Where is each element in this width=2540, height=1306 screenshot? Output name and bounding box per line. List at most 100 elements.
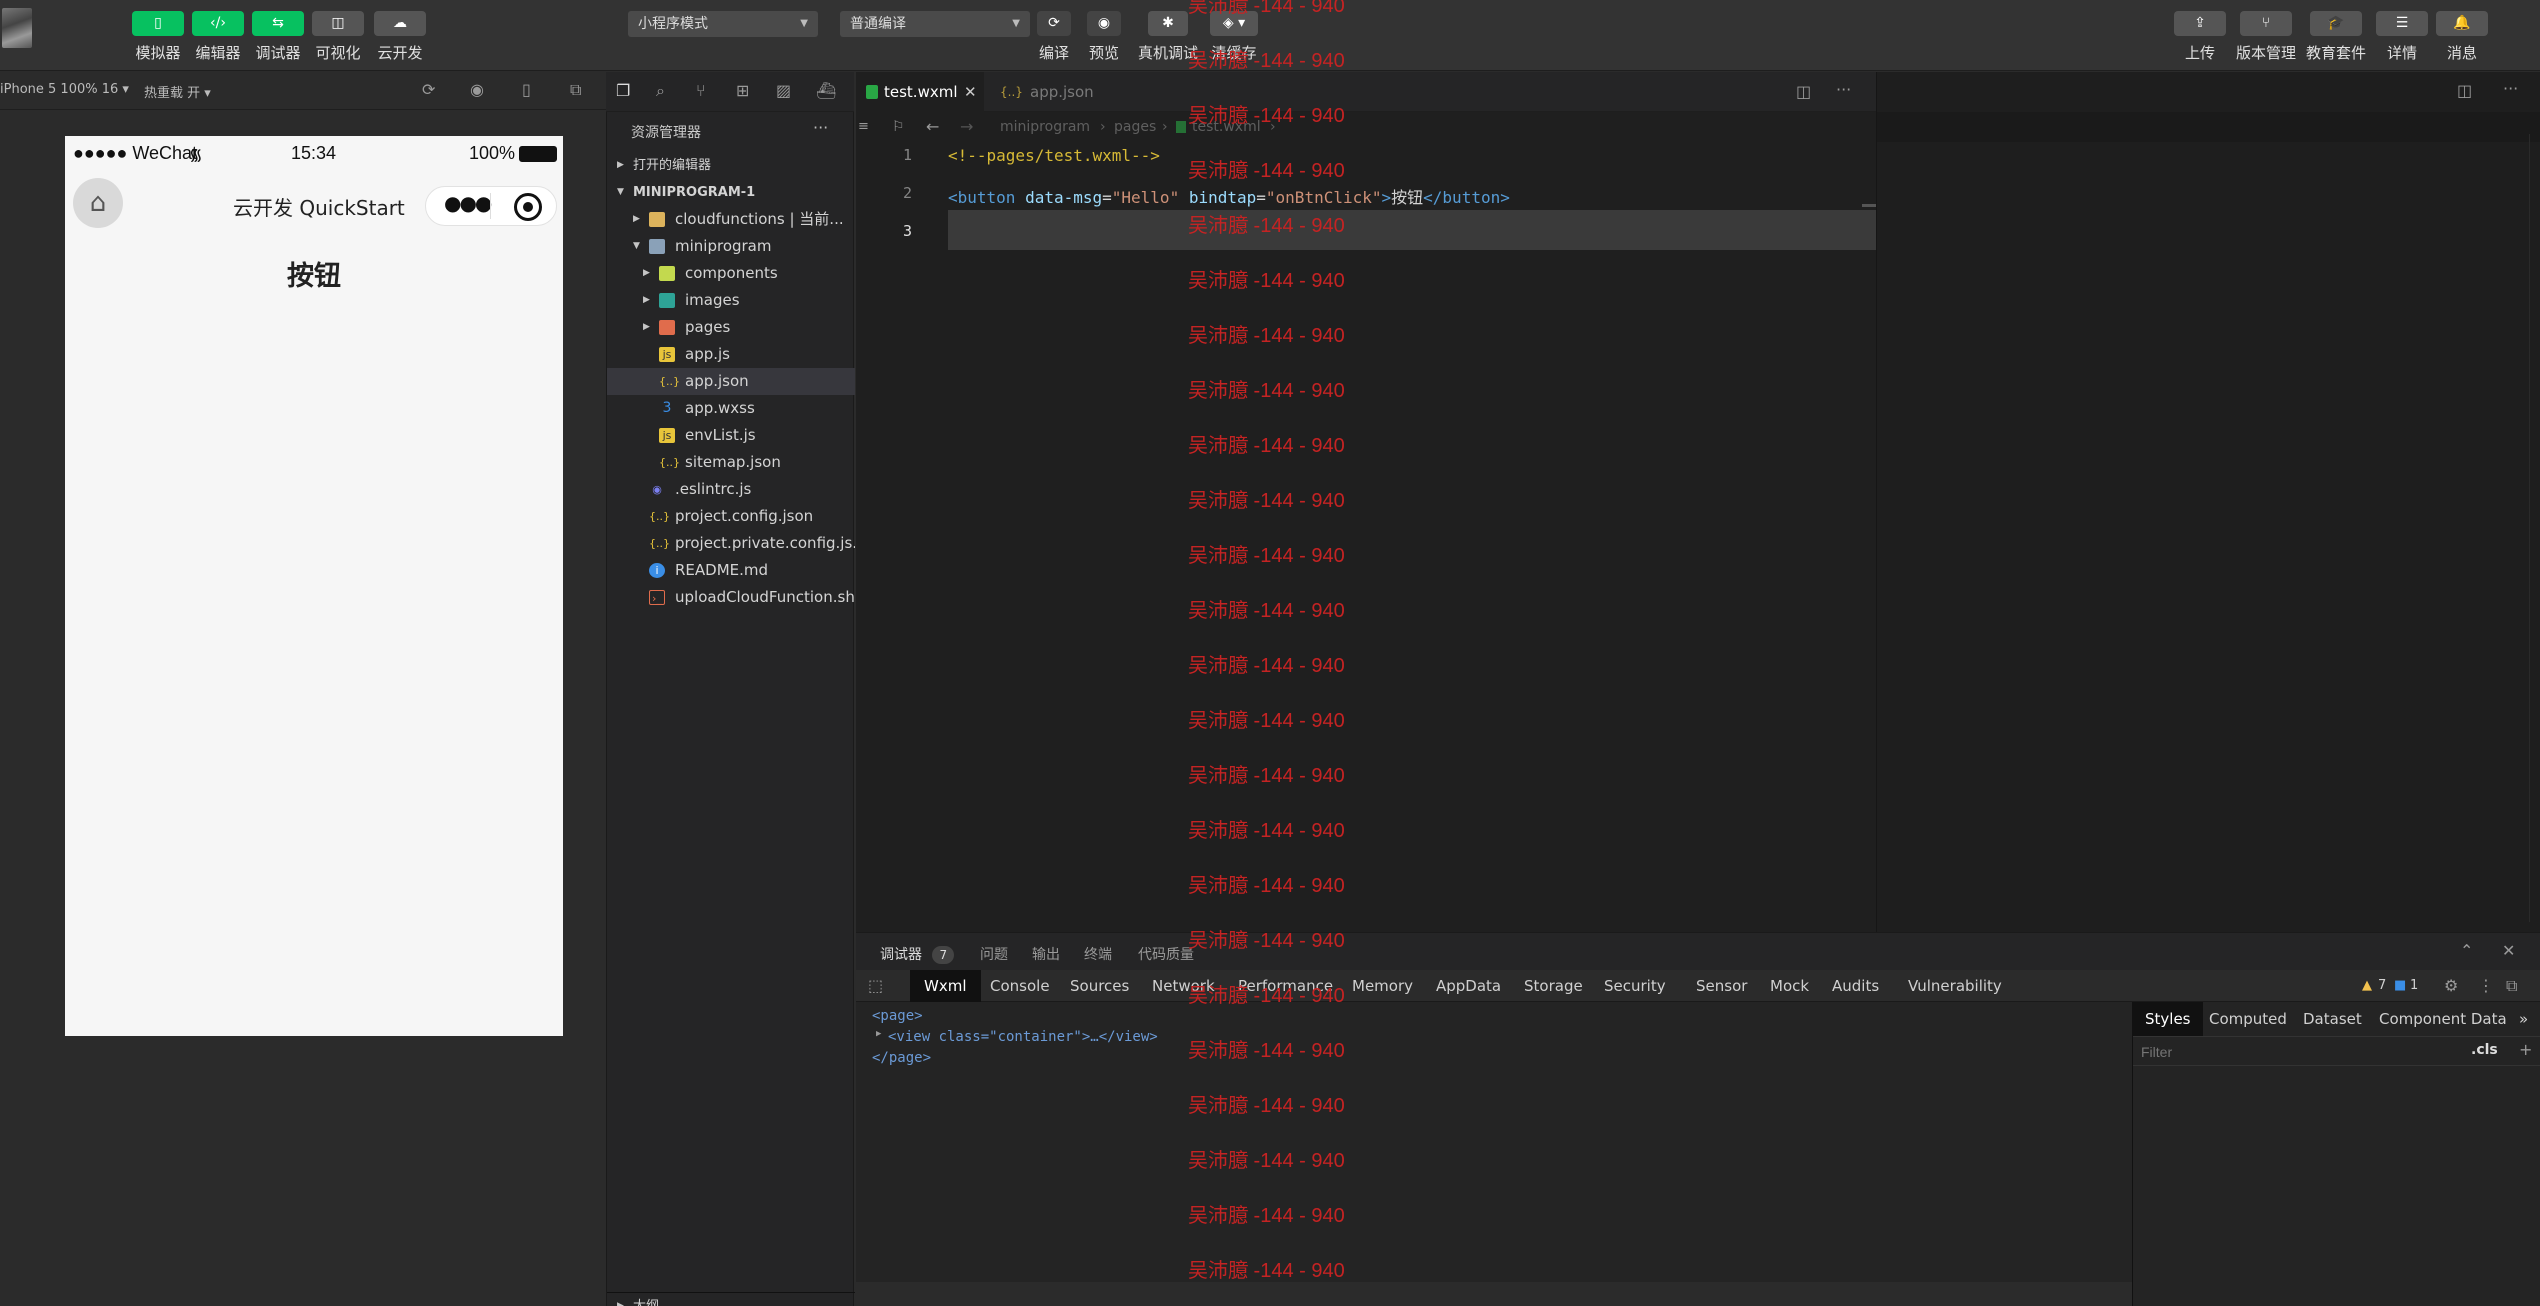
add-icon[interactable]: + — [2519, 1040, 2532, 1059]
tab-computed[interactable]: Computed — [2209, 1002, 2287, 1036]
tab-security[interactable]: Security — [1604, 970, 1666, 1002]
tab-console[interactable]: Console — [990, 970, 1050, 1002]
clear-cache-button[interactable]: ◈ ▾ 清缓存 — [1198, 11, 1270, 63]
tab-appdata[interactable]: AppData — [1436, 970, 1501, 1002]
more-icon[interactable]: ··· — [813, 118, 828, 137]
scrollbar[interactable] — [2529, 134, 2537, 922]
tree-item-sitemap-json[interactable]: {..} sitemap.json — [607, 449, 855, 476]
tab-performance[interactable]: Performance — [1238, 970, 1333, 1002]
tab-app-json[interactable]: {..} app.json — [996, 72, 1106, 112]
panel-tab-output[interactable]: 输出 — [1032, 944, 1060, 964]
breadcrumb-item[interactable]: miniprogram — [1000, 112, 1090, 142]
error-count[interactable]: 1 — [2410, 970, 2418, 1002]
more-tabs-icon[interactable]: » — [2519, 1002, 2528, 1036]
panel-tab-terminal[interactable]: 终端 — [1084, 944, 1112, 964]
dom-node[interactable]: <view class="container">…</view> — [888, 1029, 1158, 1045]
education-kit-button[interactable]: 🎓 教育套件 — [2300, 11, 2372, 63]
tree-item-app-js[interactable]: js app.js — [607, 341, 855, 368]
tab-audits[interactable]: Audits — [1832, 970, 1879, 1002]
tab-test-wxml[interactable]: test.wxml ✕ — [856, 72, 984, 112]
rotate-icon[interactable]: ⟳ — [422, 80, 435, 99]
tree-item-eslintrc[interactable]: ◉ .eslintrc.js — [607, 476, 855, 503]
tab-memory[interactable]: Memory — [1352, 970, 1413, 1002]
warning-count[interactable]: 7 — [2378, 970, 2386, 1002]
tab-vulnerability[interactable]: Vulnerability — [1908, 970, 2002, 1002]
split-editor-icon[interactable]: ◫ — [1796, 82, 1811, 101]
panel-tab-code-quality[interactable]: 代码质量 — [1138, 944, 1194, 964]
compile-select[interactable]: 普通编译 ▼ — [840, 11, 1030, 37]
tree-item-images[interactable]: ▶ images — [607, 287, 855, 314]
chevron-up-icon[interactable]: ⌃ — [2460, 941, 2473, 960]
tree-item-cloudfunctions[interactable]: ▶ cloudfunctions | 当前... — [607, 206, 855, 233]
forward-arrow-icon[interactable]: → — [960, 112, 973, 142]
open-editors-section[interactable]: ▶ 打开的编辑器 — [607, 152, 855, 179]
styles-filter-input[interactable] — [2141, 1041, 2441, 1063]
mode-select[interactable]: 小程序模式 ▼ — [628, 11, 818, 37]
chevron-right-icon[interactable]: ▶ — [876, 1029, 881, 1039]
files-icon[interactable]: ❐ — [616, 81, 630, 100]
tree-item-app-wxss[interactable]: 3 app.wxss — [607, 395, 855, 422]
image-icon[interactable]: ▨ — [776, 81, 791, 100]
panel-tab-problems[interactable]: 问题 — [980, 944, 1008, 964]
inspect-element-icon[interactable]: ⬚ — [868, 976, 883, 995]
list-icon[interactable]: ≡ — [858, 112, 869, 142]
tab-styles[interactable]: Styles — [2133, 1002, 2203, 1036]
breadcrumb-item[interactable]: pages — [1114, 112, 1156, 142]
tab-component-data[interactable]: Component Data — [2379, 1002, 2507, 1036]
split-editor-icon[interactable]: ◫ — [2457, 81, 2472, 100]
more-dots-icon[interactable]: ●●● — [444, 191, 492, 215]
dock-icon[interactable]: ⧉ — [2506, 976, 2517, 996]
phone-icon[interactable]: ▯ — [522, 80, 531, 99]
avatar[interactable] — [2, 8, 32, 48]
more-icon[interactable]: ··· — [2503, 79, 2518, 98]
tree-item-app-json[interactable]: {..} app.json — [607, 368, 855, 395]
version-management-button[interactable]: ⑂ 版本管理 — [2230, 11, 2302, 63]
real-device-debug-button[interactable]: ✱ 真机调试 — [1132, 11, 1204, 63]
code-editor[interactable]: 1 2 3 <!--pages/test.wxml--> <button dat… — [856, 142, 1876, 932]
panel-tab-debugger[interactable]: 调试器 7 — [880, 944, 955, 964]
source-control-icon[interactable]: ⑂ — [696, 81, 706, 100]
tab-dataset[interactable]: Dataset — [2303, 1002, 2362, 1036]
extensions-icon[interactable]: ⊞ — [736, 81, 749, 100]
docker-icon[interactable]: ⛴ — [816, 81, 836, 100]
close-circle-icon[interactable] — [514, 193, 542, 221]
tab-sources[interactable]: Sources — [1070, 970, 1129, 1002]
device-select[interactable]: iPhone 5 100% 16 ▾ — [0, 82, 129, 97]
tab-wxml[interactable]: Wxml — [910, 970, 981, 1002]
bookmark-icon[interactable]: ⚐ — [892, 112, 905, 142]
tree-item-miniprogram[interactable]: ▼ miniprogram — [607, 233, 855, 260]
tree-item-readme[interactable]: i README.md — [607, 557, 855, 584]
outline-section[interactable]: ▶ 大纲 — [607, 1292, 855, 1306]
hot-reload-select[interactable]: 热重载 开 ▾ — [144, 82, 211, 101]
breadcrumb-item[interactable]: test.wxml — [1192, 112, 1261, 142]
cloud-dev-button[interactable]: ☁ 云开发 — [364, 11, 436, 63]
dom-node[interactable]: <page> — [872, 1008, 923, 1024]
detach-window-icon[interactable]: ⧉ — [570, 80, 581, 100]
search-icon[interactable]: ⌕ — [656, 81, 665, 101]
messages-button[interactable]: 🔔 消息 — [2426, 11, 2498, 63]
home-icon[interactable]: ⌂ — [73, 178, 123, 228]
cls-toggle[interactable]: .cls — [2471, 1042, 2498, 1058]
tree-item-upload-cloud-function[interactable]: ›_ uploadCloudFunction.sh — [607, 584, 855, 611]
tree-item-project-config[interactable]: {..} project.config.json — [607, 503, 855, 530]
tree-item-pages[interactable]: ▶ pages — [607, 314, 855, 341]
tab-mock[interactable]: Mock — [1770, 970, 1809, 1002]
tree-item-project-private-config[interactable]: {..} project.private.config.js... — [607, 530, 855, 557]
tree-item-envlist-js[interactable]: js envList.js — [607, 422, 855, 449]
back-arrow-icon[interactable]: ← — [926, 112, 939, 142]
gear-icon[interactable]: ⚙ — [2444, 976, 2458, 995]
more-vertical-icon[interactable]: ⋮ — [2478, 976, 2494, 995]
close-icon[interactable]: ✕ — [964, 72, 977, 112]
dom-node[interactable]: </page> — [872, 1050, 931, 1066]
upload-button[interactable]: ⇪ 上传 — [2164, 11, 2236, 63]
more-icon[interactable]: ··· — [1836, 80, 1851, 99]
preview-button[interactable]: ◉ 预览 — [1068, 11, 1140, 63]
tab-storage[interactable]: Storage — [1524, 970, 1583, 1002]
record-icon[interactable]: ◉ — [470, 80, 484, 99]
tab-network[interactable]: Network — [1152, 970, 1215, 1002]
project-section[interactable]: ▼ MINIPROGRAM-1 — [607, 179, 855, 206]
close-icon[interactable]: ✕ — [2502, 941, 2515, 960]
page-button[interactable]: 按钮 — [65, 254, 563, 293]
tree-item-components[interactable]: ▶ components — [607, 260, 855, 287]
tab-sensor[interactable]: Sensor — [1696, 970, 1747, 1002]
